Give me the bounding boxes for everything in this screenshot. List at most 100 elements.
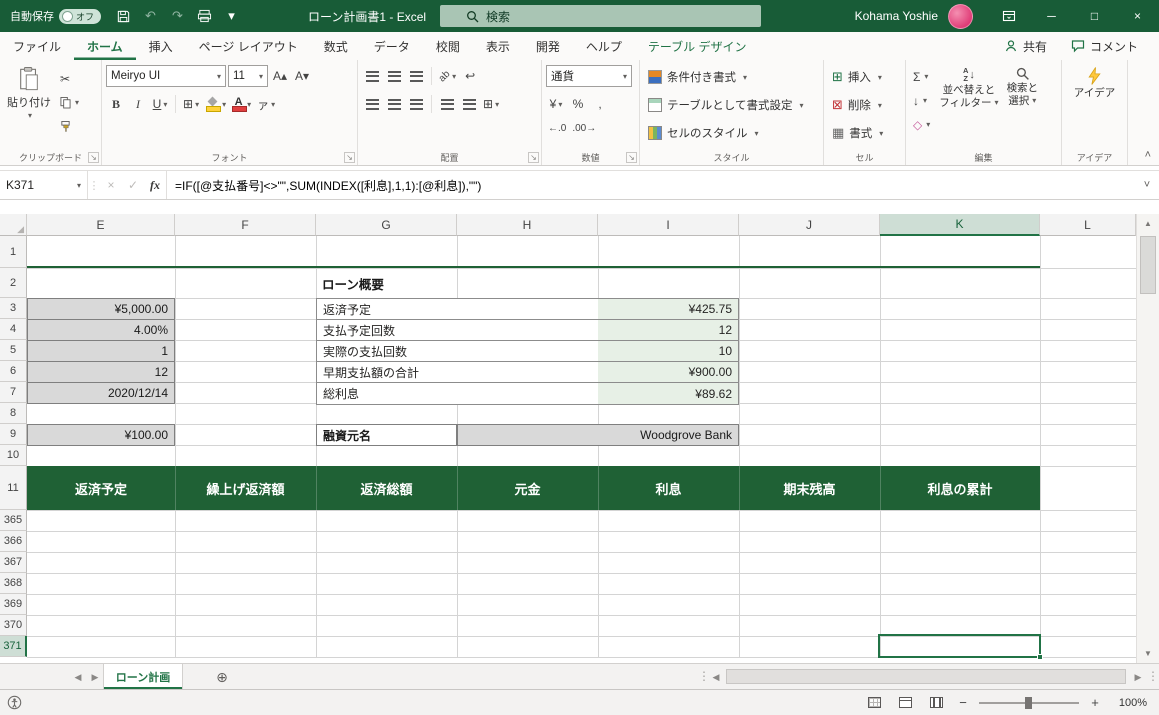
align-right-button[interactable] — [406, 93, 426, 115]
cell-E6[interactable]: 12 — [27, 361, 175, 383]
fill-handle[interactable] — [1037, 654, 1043, 660]
name-box-splitter[interactable]: ⋮ — [88, 179, 100, 192]
summary-label-cell[interactable]: 支払予定回数 — [317, 320, 598, 340]
ribbon-display-options-button[interactable] — [987, 0, 1030, 32]
summary-label-cell[interactable]: 実際の支払回数 — [317, 341, 598, 361]
summary-label-cell[interactable]: 返済予定 — [317, 299, 598, 319]
tab-help[interactable]: ヘルプ — [573, 32, 635, 60]
phonetic-guide-button[interactable]: ァ ▾ — [255, 93, 277, 115]
row-header-10[interactable]: 10 — [0, 445, 27, 466]
decrease-font-size-button[interactable]: A▾ — [292, 65, 312, 87]
cell-E7[interactable]: 2020/12/14 — [27, 382, 175, 404]
comments-button[interactable]: コメント — [1062, 35, 1147, 58]
format-as-table-button[interactable]: テーブルとして書式設定 ▾ — [644, 92, 819, 118]
zoom-slider[interactable] — [979, 696, 1079, 709]
insert-cells-button[interactable]: ⊞ 挿入 ▾ — [828, 64, 901, 90]
table-header-cell[interactable]: 返済総額 — [316, 466, 457, 510]
vertical-scrollbar-thumb[interactable] — [1140, 236, 1156, 294]
row-header-8[interactable]: 8 — [0, 403, 27, 424]
italic-button[interactable]: I — [128, 93, 148, 115]
find-select-button[interactable]: 検索と 選択 ▾ — [1005, 64, 1041, 135]
paste-button[interactable]: 貼り付け ▾ — [4, 64, 54, 137]
horizontal-scrollbar-thumb[interactable] — [726, 669, 1126, 684]
summary-value-cell[interactable]: 10 — [598, 341, 738, 361]
qat-customize-button[interactable]: ▾ — [219, 3, 244, 29]
comma-style-button[interactable]: , — [590, 93, 610, 115]
table-header-cell[interactable]: 利息 — [598, 466, 739, 510]
row-header-365[interactable]: 365 — [0, 510, 27, 531]
row-header-3[interactable]: 3 — [0, 298, 27, 319]
tab-home[interactable]: ホーム — [74, 32, 136, 60]
search-box[interactable]: 検索 — [440, 5, 761, 27]
column-header-I[interactable]: I — [598, 214, 739, 236]
zoom-in-button[interactable]: + — [1088, 695, 1102, 710]
share-button[interactable]: 共有 — [995, 35, 1056, 58]
align-bottom-button[interactable] — [406, 65, 426, 87]
minimize-button[interactable]: ─ — [1030, 0, 1073, 32]
page-layout-view-button[interactable] — [894, 693, 916, 713]
align-top-button[interactable] — [362, 65, 382, 87]
formula-input[interactable]: =IF([@支払番号]<>"",SUM(INDEX([利息],1,1):[@利息… — [166, 171, 1135, 199]
row-header-2[interactable]: 2 — [0, 268, 27, 298]
decrease-indent-button[interactable] — [437, 93, 457, 115]
insert-function-button[interactable]: fx — [144, 171, 166, 199]
summary-value-cell[interactable]: 12 — [598, 320, 738, 340]
sheet-tab-loan-plan[interactable]: ローン計画 — [103, 664, 183, 689]
align-center-button[interactable] — [384, 93, 404, 115]
cell-E5[interactable]: 1 — [27, 340, 175, 362]
wrap-text-button[interactable]: ↩ — [460, 65, 480, 87]
summary-value-cell[interactable]: ¥425.75 — [598, 299, 738, 319]
row-header-6[interactable]: 6 — [0, 361, 27, 382]
redo-button[interactable]: ↷ — [165, 3, 190, 29]
column-header-E[interactable]: E — [27, 214, 175, 236]
increase-indent-button[interactable] — [459, 93, 479, 115]
table-header-cell[interactable]: 利息の累計 — [880, 466, 1040, 510]
formula-bar-expand-button[interactable]: ˅ — [1135, 171, 1159, 199]
tab-table-design[interactable]: テーブル デザイン — [635, 32, 760, 60]
orientation-button[interactable]: ab ▾ — [437, 65, 458, 87]
clipboard-dialog-launcher[interactable]: ↘ — [88, 152, 99, 163]
cell-G9-lender-label[interactable]: 融資元名 — [316, 424, 457, 446]
hscroll-right-button[interactable]: ▶ — [1130, 664, 1146, 690]
quick-print-button[interactable] — [192, 3, 217, 29]
select-all-button[interactable]: ◢ — [0, 214, 27, 236]
row-header-367[interactable]: 367 — [0, 552, 27, 573]
row-header-5[interactable]: 5 — [0, 340, 27, 361]
cell-H9-lender-value[interactable]: Woodgrove Bank — [457, 424, 739, 446]
decrease-decimal-button[interactable]: .00→ — [570, 117, 598, 139]
row-header-371[interactable]: 371 — [0, 636, 27, 657]
scroll-down-button[interactable]: ▼ — [1137, 646, 1159, 661]
font-color-button[interactable]: A ▾ — [230, 93, 253, 115]
cell-styles-button[interactable]: セルのスタイル ▾ — [644, 120, 819, 146]
number-format-select[interactable]: 通貨 ▾ — [546, 65, 632, 87]
row-header-369[interactable]: 369 — [0, 594, 27, 615]
hscroll-left-button[interactable]: ◀ — [708, 664, 724, 690]
fill-color-button[interactable]: ▾ — [203, 93, 228, 115]
summary-label-cell[interactable]: 早期支払額の合計 — [317, 362, 598, 382]
zoom-out-button[interactable]: − — [956, 695, 970, 710]
window-splitter[interactable]: ⋮ — [1147, 669, 1159, 683]
active-cell-K371[interactable] — [878, 634, 1043, 660]
bold-button[interactable]: B — [106, 93, 126, 115]
add-sheet-button[interactable]: ⊕ — [212, 664, 232, 690]
row-header-1[interactable]: 1 — [0, 236, 27, 268]
conditional-formatting-button[interactable]: 条件付き書式 ▾ — [644, 64, 819, 90]
column-header-K[interactable]: K — [880, 214, 1040, 236]
name-box[interactable]: K371 ▾ — [0, 171, 88, 199]
cell-E3[interactable]: ¥5,000.00 — [27, 298, 175, 320]
cut-button[interactable]: ✂ — [57, 68, 82, 89]
tab-insert[interactable]: 挿入 — [136, 32, 186, 60]
borders-button[interactable]: ⊞ ▾ — [181, 93, 201, 115]
row-header-11[interactable]: 11 — [0, 466, 27, 510]
column-header-J[interactable]: J — [739, 214, 880, 236]
merge-center-button[interactable]: ⊞ ▾ — [481, 93, 501, 115]
column-header-G[interactable]: G — [316, 214, 457, 236]
format-cells-button[interactable]: ▦ 書式 ▾ — [828, 120, 901, 146]
copy-button[interactable]: ▾ — [57, 92, 82, 113]
enter-entry-button[interactable]: ✓ — [122, 171, 144, 199]
summary-label-cell[interactable]: 総利息 — [317, 383, 598, 404]
alignment-dialog-launcher[interactable]: ↘ — [528, 152, 539, 163]
clear-button[interactable]: ◇ ▾ — [910, 114, 933, 135]
user-avatar[interactable] — [948, 3, 973, 29]
table-header-cell[interactable]: 期末残高 — [739, 466, 880, 510]
